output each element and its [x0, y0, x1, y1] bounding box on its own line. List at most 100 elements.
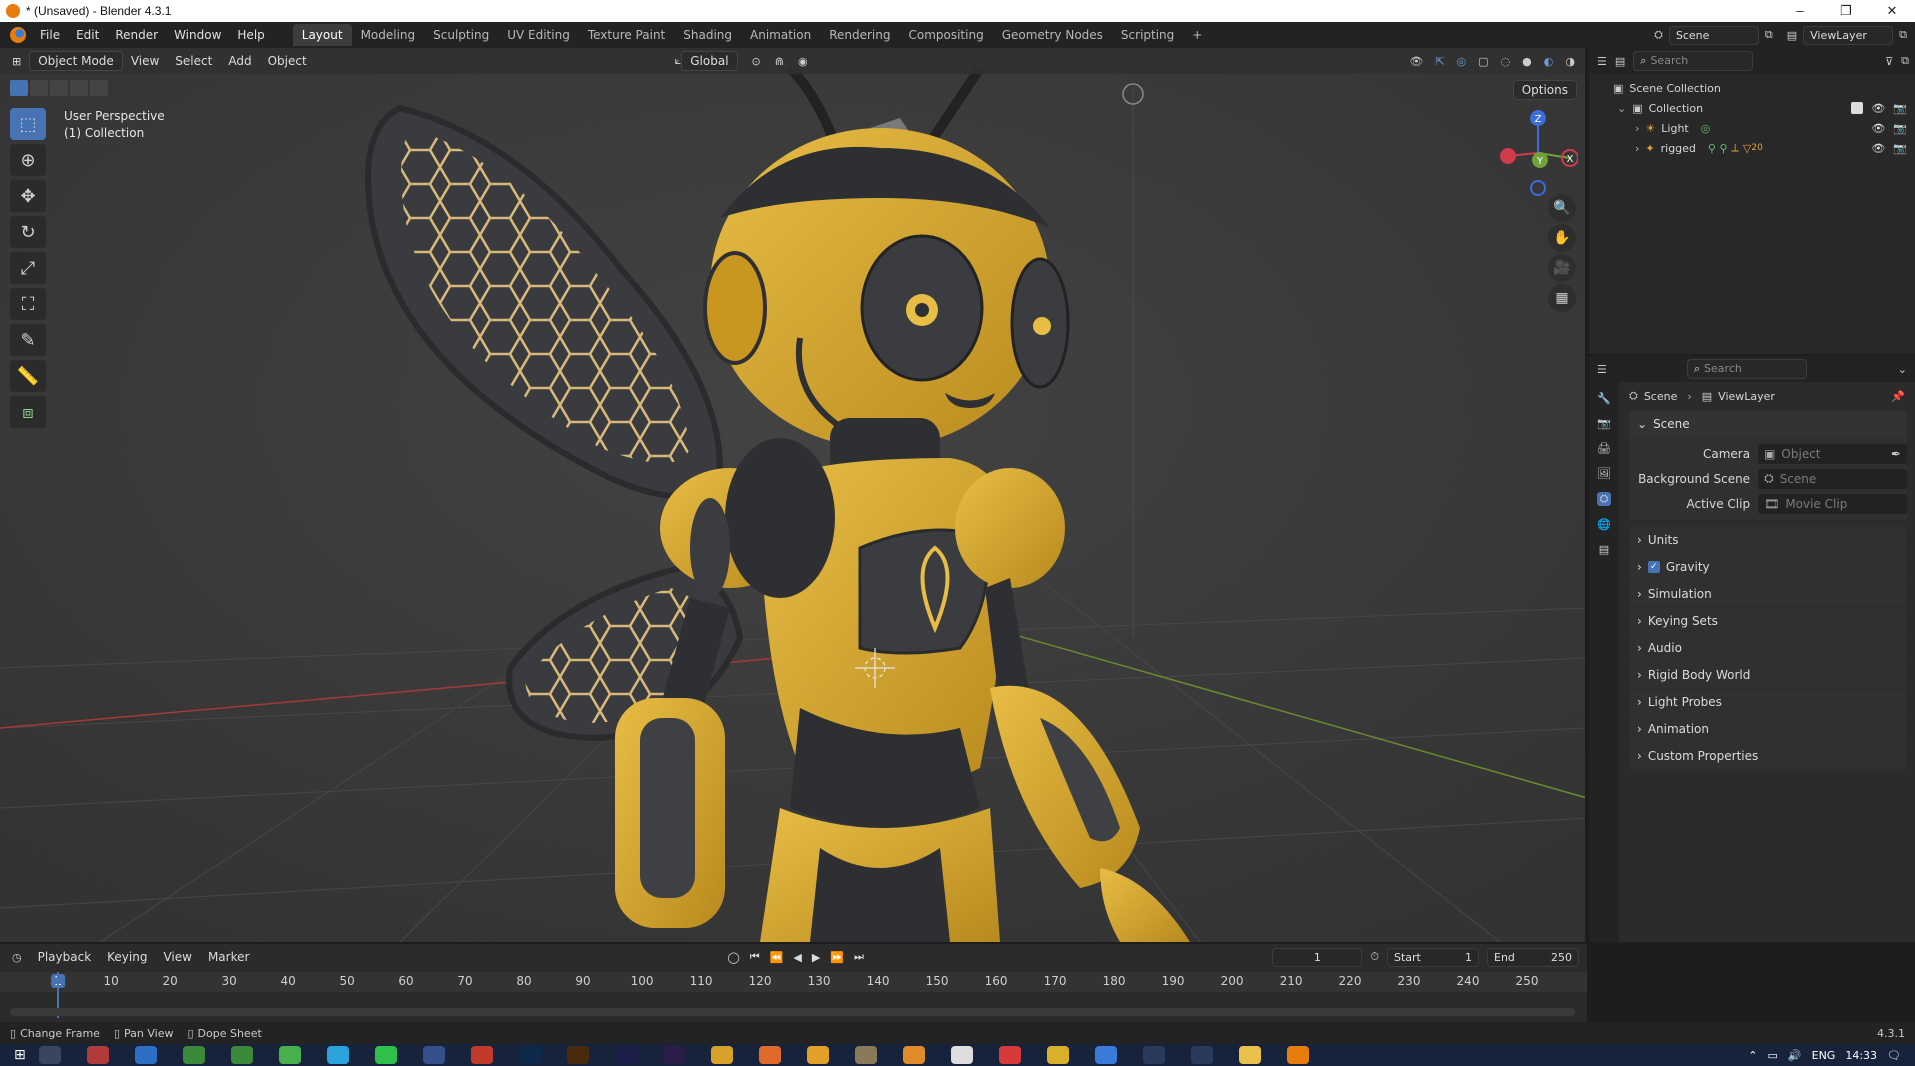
app-icon-8[interactable] [710, 1046, 733, 1064]
end-frame-field[interactable]: End 250 [1487, 947, 1579, 967]
menu-select[interactable]: Select [167, 54, 220, 68]
minimize-button[interactable]: – [1777, 3, 1823, 19]
cursor-tool-icon[interactable]: ⊕ [10, 144, 46, 176]
xray-icon[interactable]: ▢ [1478, 55, 1488, 68]
visibility-icon[interactable]: 👁 [1409, 55, 1423, 68]
tab-scripting[interactable]: Scripting [1112, 24, 1183, 46]
whatsapp-icon[interactable] [374, 1046, 397, 1064]
pan-hand-icon[interactable]: ✋ [1548, 224, 1576, 252]
rigged-eye-icon[interactable]: 👁 [1871, 142, 1885, 155]
outliner-search[interactable]: ⌕ Search [1633, 51, 1754, 71]
menu-view[interactable]: View [123, 54, 167, 68]
select-invert-icon[interactable] [70, 80, 88, 96]
gizmo-toggle-icon[interactable]: ⇱ [1435, 55, 1444, 68]
panel-light-probes[interactable]: › Light Probes [1629, 689, 1907, 715]
chrome-icon[interactable] [1046, 1046, 1069, 1064]
view-layer-tab-icon[interactable]: 🖼 [1597, 467, 1611, 480]
menu-window[interactable]: Window [166, 28, 229, 42]
start-menu-icon[interactable]: ⊞ [14, 1047, 26, 1063]
app-icon-17[interactable] [1190, 1046, 1213, 1064]
maximize-button[interactable]: ❐ [1823, 3, 1869, 19]
material-shading-icon[interactable]: ◐ [1544, 55, 1554, 68]
background-scene-field[interactable]: ⛭ Scene [1758, 468, 1907, 489]
mode-dropdown[interactable]: Object Mode [29, 51, 123, 71]
panel-audio[interactable]: › Audio [1629, 635, 1907, 661]
proportional-icon[interactable]: ◉ [798, 55, 808, 68]
app-icon-5[interactable] [278, 1046, 301, 1064]
rotate-tool-icon[interactable]: ↻ [10, 216, 46, 248]
telegram-icon[interactable] [326, 1046, 349, 1064]
eyedropper-icon[interactable]: ✒ [1891, 447, 1901, 461]
new-scene-icon[interactable]: ⧉ [1765, 28, 1773, 42]
overlay-toggle-icon[interactable]: ◎ [1457, 55, 1467, 68]
scene-selector[interactable]: Scene [1668, 25, 1759, 45]
rigged-camera-icon[interactable]: 📷 [1893, 142, 1907, 155]
menu-timeline-view[interactable]: View [155, 950, 199, 964]
app-icon-11[interactable] [854, 1046, 877, 1064]
app-icon-2[interactable] [134, 1046, 157, 1064]
collection-checkbox[interactable] [1851, 102, 1864, 114]
app-icon-6[interactable] [422, 1046, 445, 1064]
outliner-root[interactable]: ▣ Scene Collection [1589, 78, 1915, 98]
tab-layout[interactable]: Layout [292, 24, 352, 46]
new-view-layer-icon[interactable]: ⧉ [1899, 28, 1907, 42]
world-tab-icon[interactable]: 🌐 [1597, 518, 1611, 531]
menu-file[interactable]: File [32, 28, 68, 42]
blender-menu-icon[interactable] [10, 27, 26, 43]
collection-tab-icon[interactable]: ▤ [1599, 543, 1609, 556]
annotate-tool-icon[interactable]: ✎ [10, 324, 46, 356]
panel-animation[interactable]: › Animation [1629, 716, 1907, 742]
snap-icon[interactable]: ⋒ [775, 55, 784, 68]
tray-chevron-icon[interactable]: ⌃ [1748, 1049, 1757, 1062]
panel-gravity[interactable]: › ✓ Gravity [1629, 554, 1907, 580]
select-intersect-icon[interactable] [90, 80, 108, 96]
chevron-down-icon[interactable]: ⌄ [1617, 102, 1626, 115]
app-icon-9[interactable] [758, 1046, 781, 1064]
tab-sculpting[interactable]: Sculpting [424, 24, 498, 46]
3d-viewport[interactable]: ⊞ Object Mode View Select Add Object ⟀ G… [0, 48, 1587, 942]
after-effects-icon[interactable] [614, 1046, 637, 1064]
illustrator-icon[interactable] [566, 1046, 589, 1064]
solid-shading-icon[interactable]: ● [1522, 55, 1532, 68]
measure-tool-icon[interactable]: 📏 [10, 360, 46, 392]
select-new-icon[interactable] [10, 80, 28, 96]
collection-camera-icon[interactable]: 📷 [1893, 102, 1907, 115]
properties-search[interactable]: ⌕ Search [1686, 359, 1807, 379]
camera-field[interactable]: ▣ Object ✒ [1758, 443, 1907, 464]
move-tool-icon[interactable]: ✥ [10, 180, 46, 212]
auto-keying-icon[interactable]: ◯ [727, 951, 739, 964]
tab-uv-editing[interactable]: UV Editing [498, 24, 579, 46]
file-explorer-icon[interactable] [1238, 1046, 1261, 1064]
close-button[interactable]: ✕ [1869, 3, 1915, 19]
language-indicator[interactable]: ENG [1812, 1049, 1836, 1062]
ortho-grid-icon[interactable]: ▦ [1548, 284, 1576, 312]
play-icon[interactable]: ▶ [812, 951, 820, 964]
tab-modeling[interactable]: Modeling [352, 24, 425, 46]
scale-tool-icon[interactable]: ⤢ [10, 252, 46, 284]
premiere-icon[interactable] [662, 1046, 685, 1064]
jump-start-icon[interactable]: ⏮ [750, 950, 760, 964]
active-clip-field[interactable]: 🎞 Movie Clip [1758, 493, 1907, 514]
tab-shading[interactable]: Shading [674, 24, 741, 46]
tab-geometry-nodes[interactable]: Geometry Nodes [993, 24, 1112, 46]
jump-end-icon[interactable]: ⏭ [854, 950, 864, 964]
menu-render[interactable]: Render [107, 28, 166, 42]
panel-rigid-body-world[interactable]: › Rigid Body World [1629, 662, 1907, 688]
timeline-ruler[interactable]: 1102030405060708090100110120130140150160… [0, 972, 1587, 992]
collection-eye-icon[interactable]: 👁 [1871, 102, 1885, 115]
light-eye-icon[interactable]: 👁 [1871, 122, 1885, 135]
light-camera-icon[interactable]: 📷 [1893, 122, 1907, 135]
timeline-editor-icon[interactable]: ◷ [0, 951, 30, 964]
timeline-scrollbar[interactable] [10, 1008, 1575, 1016]
outliner-item-rigged[interactable]: › ✦ rigged ⚲ ⚲ ⟂ ▽ 20 👁 📷 [1589, 138, 1915, 158]
properties-editor-icon[interactable]: ☰ [1597, 363, 1607, 376]
render-tab-icon[interactable]: 📷 [1597, 417, 1611, 430]
options-dropdown[interactable]: Options [1512, 80, 1577, 100]
jump-keyframe-forward-icon[interactable]: ⏩ [830, 951, 844, 964]
task-view-icon[interactable] [38, 1046, 61, 1064]
menu-playback[interactable]: Playback [30, 950, 100, 964]
scene-tab-icon[interactable]: ⛭ [1596, 492, 1612, 506]
panel-simulation[interactable]: › Simulation [1629, 581, 1907, 607]
app-icon-13[interactable] [950, 1046, 973, 1064]
tab-rendering[interactable]: Rendering [820, 24, 899, 46]
